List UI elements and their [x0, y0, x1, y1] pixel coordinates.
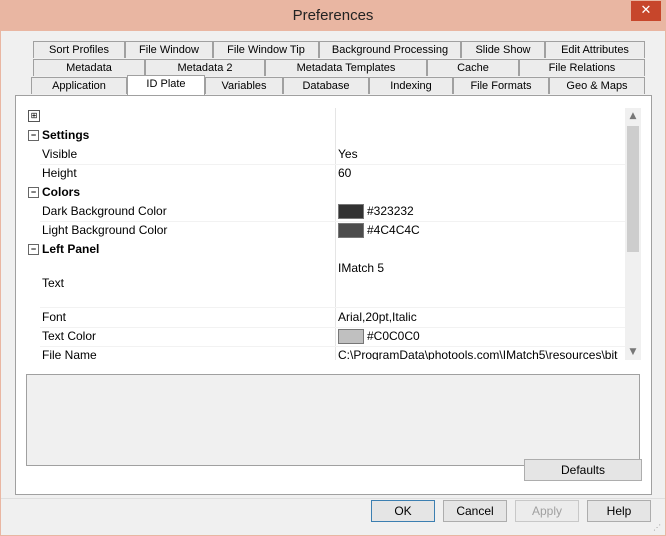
tab-file-window-tip[interactable]: File Window Tip — [213, 41, 319, 58]
vertical-scrollbar[interactable]: ▲ ▼ — [625, 108, 641, 360]
property-row-text[interactable]: Text IMatch 5 — [26, 259, 628, 307]
property-row-visible[interactable]: Visible Yes — [26, 145, 628, 164]
property-value[interactable]: #C0C0C0 — [338, 327, 420, 346]
cancel-button[interactable]: Cancel — [443, 500, 507, 522]
tab-metadata[interactable]: Metadata — [33, 59, 145, 76]
collapse-icon[interactable]: − — [28, 187, 39, 198]
tab-sort-profiles[interactable]: Sort Profiles — [33, 41, 125, 58]
tab-edit-attributes[interactable]: Edit Attributes — [545, 41, 645, 58]
tab-file-relations[interactable]: File Relations — [519, 59, 645, 76]
apply-button: Apply — [515, 500, 579, 522]
close-icon: ✕ — [640, 3, 652, 18]
tab-database[interactable]: Database — [283, 77, 369, 94]
ok-button[interactable]: OK — [371, 500, 435, 522]
resize-grip-icon[interactable]: ⋰ — [653, 523, 663, 533]
tab-variables[interactable]: Variables — [205, 77, 283, 94]
property-value[interactable]: #323232 — [338, 202, 414, 221]
tab-application[interactable]: Application — [31, 77, 127, 94]
tab-metadata-templates[interactable]: Metadata Templates — [265, 59, 427, 76]
tab-file-formats[interactable]: File Formats — [453, 77, 549, 94]
category-colors[interactable]: − Colors — [26, 183, 628, 202]
tab-cache[interactable]: Cache — [427, 59, 519, 76]
footer-divider — [1, 498, 665, 499]
property-value[interactable]: C:\ProgramData\photools.com\IMatch5\reso… — [338, 346, 617, 360]
property-row-font[interactable]: Font Arial,20pt,Italic — [26, 308, 628, 327]
scroll-up-icon[interactable]: ▲ — [625, 108, 641, 124]
close-button[interactable]: ✕ — [631, 1, 661, 21]
property-value[interactable]: 60 — [338, 164, 351, 183]
description-box — [26, 374, 640, 466]
tab-metadata-2[interactable]: Metadata 2 — [145, 59, 265, 76]
defaults-button[interactable]: Defaults — [524, 459, 642, 481]
tab-geo-maps[interactable]: Geo & Maps — [549, 77, 645, 94]
color-swatch — [338, 223, 364, 239]
property-row-height[interactable]: Height 60 — [26, 164, 628, 183]
property-value[interactable]: Arial,20pt,Italic — [338, 308, 417, 327]
collapse-icon[interactable]: − — [28, 244, 39, 255]
property-grid[interactable]: ⊞ − Settings Visible Yes Height 60 − Col… — [26, 108, 628, 360]
property-row-dark-background-color[interactable]: Dark Background Color #323232 — [26, 202, 628, 221]
scrollbar-thumb[interactable] — [627, 126, 639, 252]
property-row-light-background-color[interactable]: Light Background Color #4C4C4C — [26, 221, 628, 240]
tab-file-window[interactable]: File Window — [125, 41, 213, 58]
tab-background-processing[interactable]: Background Processing — [319, 41, 461, 58]
tab-indexing[interactable]: Indexing — [369, 77, 453, 94]
preferences-window: Preferences ✕ Sort Profiles File Window … — [0, 0, 666, 536]
property-value[interactable]: #4C4C4C — [338, 221, 420, 240]
tab-panel: ⊞ − Settings Visible Yes Height 60 − Col… — [15, 95, 652, 495]
title-bar[interactable]: Preferences ✕ — [1, 1, 665, 31]
help-button[interactable]: Help — [587, 500, 651, 522]
color-swatch — [338, 329, 364, 345]
collapse-icon[interactable]: − — [28, 130, 39, 141]
tab-slide-show[interactable]: Slide Show — [461, 41, 545, 58]
property-row-text-color[interactable]: Text Color #C0C0C0 — [26, 327, 628, 346]
property-row-file-name[interactable]: File Name C:\ProgramData\photools.com\IM… — [26, 346, 628, 360]
window-title: Preferences — [292, 7, 374, 24]
grid-toolbar-icon[interactable]: ⊞ — [28, 110, 40, 122]
color-swatch — [338, 204, 364, 220]
category-settings[interactable]: − Settings — [26, 126, 628, 145]
property-value[interactable]: IMatch 5 — [338, 259, 384, 278]
property-value[interactable]: Yes — [338, 145, 358, 164]
category-left-panel[interactable]: − Left Panel — [26, 240, 628, 259]
tab-id-plate[interactable]: ID Plate — [127, 75, 205, 95]
scroll-down-icon[interactable]: ▼ — [625, 344, 641, 360]
